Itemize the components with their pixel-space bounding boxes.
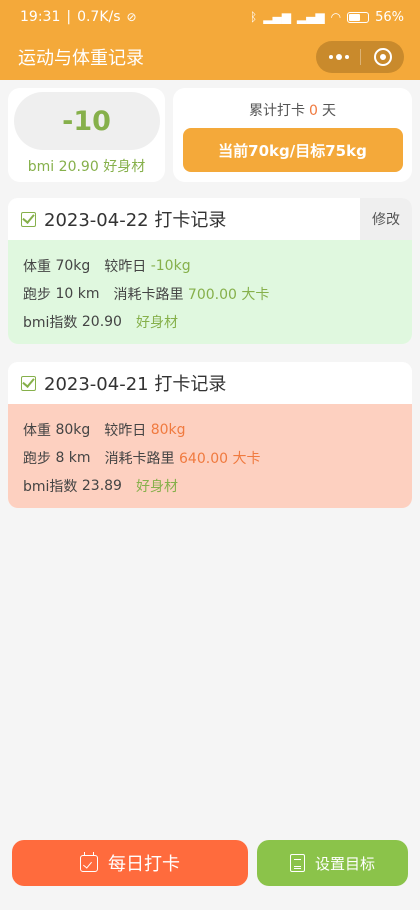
bmi-row: bmi指数 20.90 好身材 — [23, 308, 412, 336]
bluetooth-icon: ᛒ — [250, 10, 258, 24]
record-title: 2023-04-22 打卡记录 — [44, 206, 226, 232]
target-card: 累计打卡 0 天 当前70kg/目标75kg — [173, 88, 412, 182]
wifi-icon: ◠ — [330, 10, 342, 24]
record-card: 2023-04-22 打卡记录 修改 体重 70kg 较昨日 -10kg 跑步 … — [8, 198, 412, 344]
compare-value: -10kg — [150, 258, 191, 274]
edit-button[interactable]: 修改 — [360, 198, 412, 240]
nav-bar: 运动与体重记录 — [0, 34, 420, 80]
status-right: ᛒ ▂▄▆ ▂▄▆ ◠ 56% — [250, 10, 404, 25]
status-left: 19:31 | 0.7K/s ⊘ — [20, 9, 137, 25]
status-time: 19:31 — [20, 9, 61, 25]
record-date: 2023-04-21 — [44, 374, 149, 395]
notification-icon: ⊘ — [126, 10, 137, 24]
battery-percent: 56% — [375, 9, 404, 25]
calorie-value: 640.00 大卡 — [179, 451, 261, 467]
daily-checkin-button[interactable]: 每日打卡 — [12, 840, 248, 886]
run-value: 8 km — [55, 450, 91, 466]
weight-value: 80kg — [55, 422, 91, 438]
bmi-status: 好身材 — [103, 159, 146, 175]
status-bar: 19:31 | 0.7K/s ⊘ ᛒ ▂▄▆ ▂▄▆ ◠ 56% — [0, 0, 420, 34]
weight-diff: -10 — [13, 92, 160, 150]
calorie-label: 消耗卡路里 — [104, 451, 175, 467]
record-card: 2023-04-21 打卡记录 体重 80kg 较昨日 80kg 跑步 8 km… — [8, 362, 412, 508]
calorie-value: 700.00 大卡 — [187, 287, 270, 303]
bmi-value: 20.90 — [58, 159, 99, 175]
weight-label: 体重 — [23, 423, 51, 439]
current-target-button[interactable]: 当前70kg/目标75kg — [182, 128, 403, 172]
record-body: 体重 80kg 较昨日 80kg 跑步 8 km 消耗卡路里 640.00 大卡… — [8, 404, 412, 508]
close-mini-program-icon[interactable] — [373, 48, 392, 66]
record-header: 2023-04-21 打卡记录 — [8, 362, 412, 404]
daily-checkin-label: 每日打卡 — [108, 854, 180, 875]
run-label: 跑步 — [23, 451, 51, 467]
record-title-suffix: 打卡记录 — [154, 374, 227, 395]
more-icon[interactable] — [328, 54, 349, 60]
signal-icon-2: ▂▄▆ — [296, 10, 325, 24]
bmi-index-value: 20.90 — [81, 314, 122, 330]
record-title-suffix: 打卡记录 — [154, 210, 227, 231]
bmi-status: 好身材 — [135, 315, 178, 331]
compare-label: 较昨日 — [104, 423, 147, 439]
status-separator: | — [66, 9, 72, 25]
signal-icon: ▂▄▆ — [263, 10, 291, 24]
bmi-row: bmi指数 23.89 好身材 — [23, 472, 412, 500]
weight-label: 体重 — [23, 259, 51, 275]
bmi-summary: bmi 20.90 好身材 — [28, 156, 145, 176]
streak-suffix: 天 — [321, 103, 336, 119]
record-date: 2023-04-22 — [44, 210, 149, 231]
run-row: 跑步 8 km 消耗卡路里 640.00 大卡 — [23, 444, 412, 472]
summary-section: -10 bmi 20.90 好身材 累计打卡 0 天 当前70kg/目标75kg — [0, 80, 420, 182]
bmi-card: -10 bmi 20.90 好身材 — [8, 88, 165, 182]
list-icon — [289, 854, 305, 872]
bmi-status: 好身材 — [135, 479, 178, 495]
bmi-index-label: bmi指数 — [23, 479, 78, 495]
record-title: 2023-04-21 打卡记录 — [44, 370, 226, 396]
bmi-label: bmi — [27, 159, 55, 175]
compare-value: 80kg — [150, 422, 186, 438]
compare-label: 较昨日 — [104, 259, 147, 275]
bmi-index-value: 23.89 — [81, 478, 122, 494]
set-goal-label: 设置目标 — [314, 854, 375, 873]
record-body: 体重 70kg 较昨日 -10kg 跑步 10 km 消耗卡路里 700.00 … — [8, 240, 412, 344]
checkbox-icon — [21, 375, 36, 391]
run-label: 跑步 — [23, 287, 51, 303]
streak-text: 累计打卡 0 天 — [249, 100, 336, 120]
record-header: 2023-04-22 打卡记录 修改 — [8, 198, 412, 240]
calorie-label: 消耗卡路里 — [113, 287, 184, 303]
calendar-check-icon — [80, 851, 98, 872]
status-network-speed: 0.7K/s — [77, 9, 121, 25]
mini-program-capsule — [316, 41, 404, 73]
page-title: 运动与体重记录 — [18, 48, 144, 69]
set-goal-button[interactable]: 设置目标 — [257, 840, 408, 886]
weight-value: 70kg — [55, 258, 91, 274]
bottom-actions: 每日打卡 设置目标 — [0, 840, 420, 886]
weight-row: 体重 80kg 较昨日 80kg — [23, 416, 412, 444]
streak-prefix: 累计打卡 — [249, 103, 306, 119]
run-value: 10 km — [55, 286, 100, 302]
weight-row: 体重 70kg 较昨日 -10kg — [23, 252, 412, 280]
battery-icon — [347, 11, 370, 23]
run-row: 跑步 10 km 消耗卡路里 700.00 大卡 — [23, 280, 412, 308]
checkbox-icon — [21, 211, 36, 227]
bmi-index-label: bmi指数 — [23, 315, 78, 331]
streak-count: 0 — [309, 103, 318, 119]
